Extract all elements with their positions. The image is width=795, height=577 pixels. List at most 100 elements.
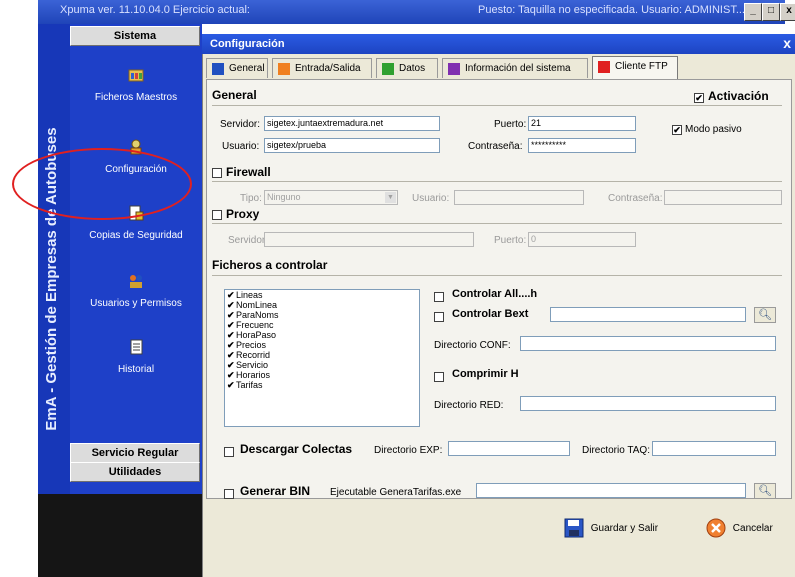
browse-bext-button[interactable]: 🔍︎: [754, 307, 776, 323]
cancel-button-label: Cancelar: [732, 523, 773, 534]
sidebar-footer: [38, 494, 202, 577]
firewall-contrasena-input[interactable]: [664, 190, 782, 205]
search-icon: 🔍︎: [758, 309, 772, 321]
ejecutable-input[interactable]: [476, 483, 746, 498]
contrasena-input[interactable]: **********: [528, 138, 636, 153]
puerto-label: Puerto:: [494, 119, 527, 130]
list-item[interactable]: ✔Tarifas: [225, 380, 419, 390]
tipo-select[interactable]: Ninguno ▼: [264, 190, 398, 205]
dialog-tabs: General Entrada/Salida Datos Información…: [204, 56, 792, 80]
proxy-servidor-label: Servidor:: [228, 235, 269, 246]
cancel-button[interactable]: Cancelar: [706, 516, 773, 542]
sidebar-item-label: Historial: [117, 364, 155, 375]
proxy-servidor-input[interactable]: [264, 232, 474, 247]
ficheros-heading: Ficheros a controlar: [212, 258, 328, 272]
annotation-ellipse: [12, 148, 192, 220]
tab-label: Entrada/Salida: [295, 63, 361, 74]
search-icon: 🔍︎: [758, 485, 772, 497]
general-tab-icon: [212, 63, 224, 75]
usuario-input[interactable]: sigetex/prueba: [264, 138, 440, 153]
controlar-bext-input[interactable]: [550, 307, 746, 322]
sidebar-item-label: Usuarios y Permisos: [90, 298, 182, 309]
firewall-usuario-label: Usuario:: [412, 193, 450, 204]
directorio-exp-input[interactable]: [448, 441, 570, 456]
comprimir-label: Comprimir H: [452, 368, 519, 380]
activacion-checkbox[interactable]: ✔: [694, 93, 704, 103]
window-close-button[interactable]: x: [780, 3, 795, 21]
firewall-usuario-input[interactable]: [454, 190, 584, 205]
usuario-label: Usuario:: [222, 141, 260, 152]
controlar-all-label: Controlar All....h: [452, 288, 538, 300]
comprimir-checkbox[interactable]: [434, 372, 444, 382]
activacion-label: Activación: [708, 89, 769, 103]
list-item[interactable]: ✔HoraPaso: [225, 330, 419, 340]
dialog-close-button[interactable]: x: [783, 35, 791, 51]
divider: [212, 223, 782, 224]
proxy-heading: Proxy: [226, 207, 260, 221]
sidebar-item-label: Ficheros Maestros: [94, 92, 178, 103]
controlar-all-checkbox[interactable]: [434, 292, 444, 302]
descargar-colectas-checkbox[interactable]: [224, 447, 234, 457]
sidebar-section-utilidades[interactable]: Utilidades: [70, 462, 200, 482]
tab-label: Datos: [399, 63, 426, 74]
sidebar-item-historial[interactable]: Historial: [72, 338, 200, 375]
sidebar-section-sistema[interactable]: Sistema: [70, 26, 200, 46]
list-item[interactable]: ✔Recorrid: [225, 350, 419, 360]
dialog-title-bar: Configuración x: [202, 34, 795, 54]
tab-datos[interactable]: Datos: [376, 58, 438, 78]
sidebar-vertical-strip: EmA - Gestión de Empresas de Autobuses: [38, 24, 70, 494]
users-icon: [130, 275, 142, 288]
tipo-select-value: Ninguno: [267, 192, 301, 202]
list-item[interactable]: ✔Precios: [225, 340, 419, 350]
cliente-ftp-tab-icon: [598, 61, 610, 73]
directorio-taq-input[interactable]: [652, 441, 776, 456]
generar-bin-label: Generar BIN: [240, 484, 311, 498]
divider: [212, 181, 782, 182]
list-item[interactable]: ✔ParaNoms: [225, 310, 419, 320]
proxy-checkbox[interactable]: [212, 210, 222, 220]
servidor-input[interactable]: sigetex.juntaextremadura.net: [264, 116, 440, 131]
sidebar-vertical-title: EmA - Gestión de Empresas de Autobuses: [43, 127, 60, 431]
list-item[interactable]: ✔Lineas: [225, 290, 419, 300]
divider: [212, 105, 782, 106]
save-button[interactable]: Guardar y Salir: [564, 516, 658, 542]
tipo-label: Tipo:: [240, 193, 262, 204]
list-item[interactable]: ✔Horarios: [225, 370, 419, 380]
sidebar-item-ficheros-maestros[interactable]: Ficheros Maestros: [72, 66, 200, 103]
puerto-input[interactable]: 21: [528, 116, 636, 131]
proxy-puerto-input[interactable]: 0: [528, 232, 636, 247]
tab-cliente-ftp[interactable]: Cliente FTP: [592, 56, 678, 79]
cancel-icon: [706, 518, 726, 538]
sidebar-section-servicio-regular[interactable]: Servicio Regular: [70, 443, 200, 463]
chevron-down-icon[interactable]: ▼: [385, 192, 396, 203]
tab-general[interactable]: General: [206, 58, 268, 78]
tab-entrada-salida[interactable]: Entrada/Salida: [272, 58, 372, 78]
folders-icon: [128, 69, 144, 82]
section-general-heading: General: [212, 88, 257, 102]
contrasena-label: Contraseña:: [468, 141, 523, 152]
browse-ejecutable-button[interactable]: 🔍︎: [754, 483, 776, 499]
controlar-bext-label: Controlar Bext: [452, 308, 529, 320]
modo-pasivo-checkbox[interactable]: ✔: [672, 125, 682, 135]
informacion-tab-icon: [448, 63, 460, 75]
minimize-button[interactable]: _: [744, 3, 762, 21]
list-item[interactable]: ✔Servicio: [225, 360, 419, 370]
firewall-checkbox[interactable]: [212, 168, 222, 178]
directorio-red-input[interactable]: [520, 396, 776, 411]
restore-button[interactable]: □: [762, 3, 780, 21]
firewall-heading: Firewall: [226, 165, 271, 179]
list-item[interactable]: ✔Frecuenc: [225, 320, 419, 330]
entrada-salida-tab-icon: [278, 63, 290, 75]
directorio-conf-label: Directorio CONF:: [434, 340, 511, 351]
directorio-red-label: Directorio RED:: [434, 400, 504, 411]
list-item[interactable]: ✔NomLinea: [225, 300, 419, 310]
ficheros-list[interactable]: ✔Lineas ✔NomLinea ✔ParaNoms ✔Frecuenc ✔H…: [224, 289, 420, 427]
directorio-taq-label: Directorio TAQ:: [582, 445, 650, 456]
controlar-bext-checkbox[interactable]: [434, 312, 444, 322]
tab-informacion-del-sistema[interactable]: Información del sistema: [442, 58, 588, 78]
app-title: Xpuma ver. 11.10.04.0 Ejercicio actual:: [60, 4, 250, 16]
directorio-conf-input[interactable]: [520, 336, 776, 351]
generar-bin-checkbox[interactable]: [224, 489, 234, 499]
sidebar-item-usuarios-y-permisos[interactable]: Usuarios y Permisos: [72, 272, 200, 309]
app-title-bar: Xpuma ver. 11.10.04.0 Ejercicio actual: …: [38, 0, 795, 24]
